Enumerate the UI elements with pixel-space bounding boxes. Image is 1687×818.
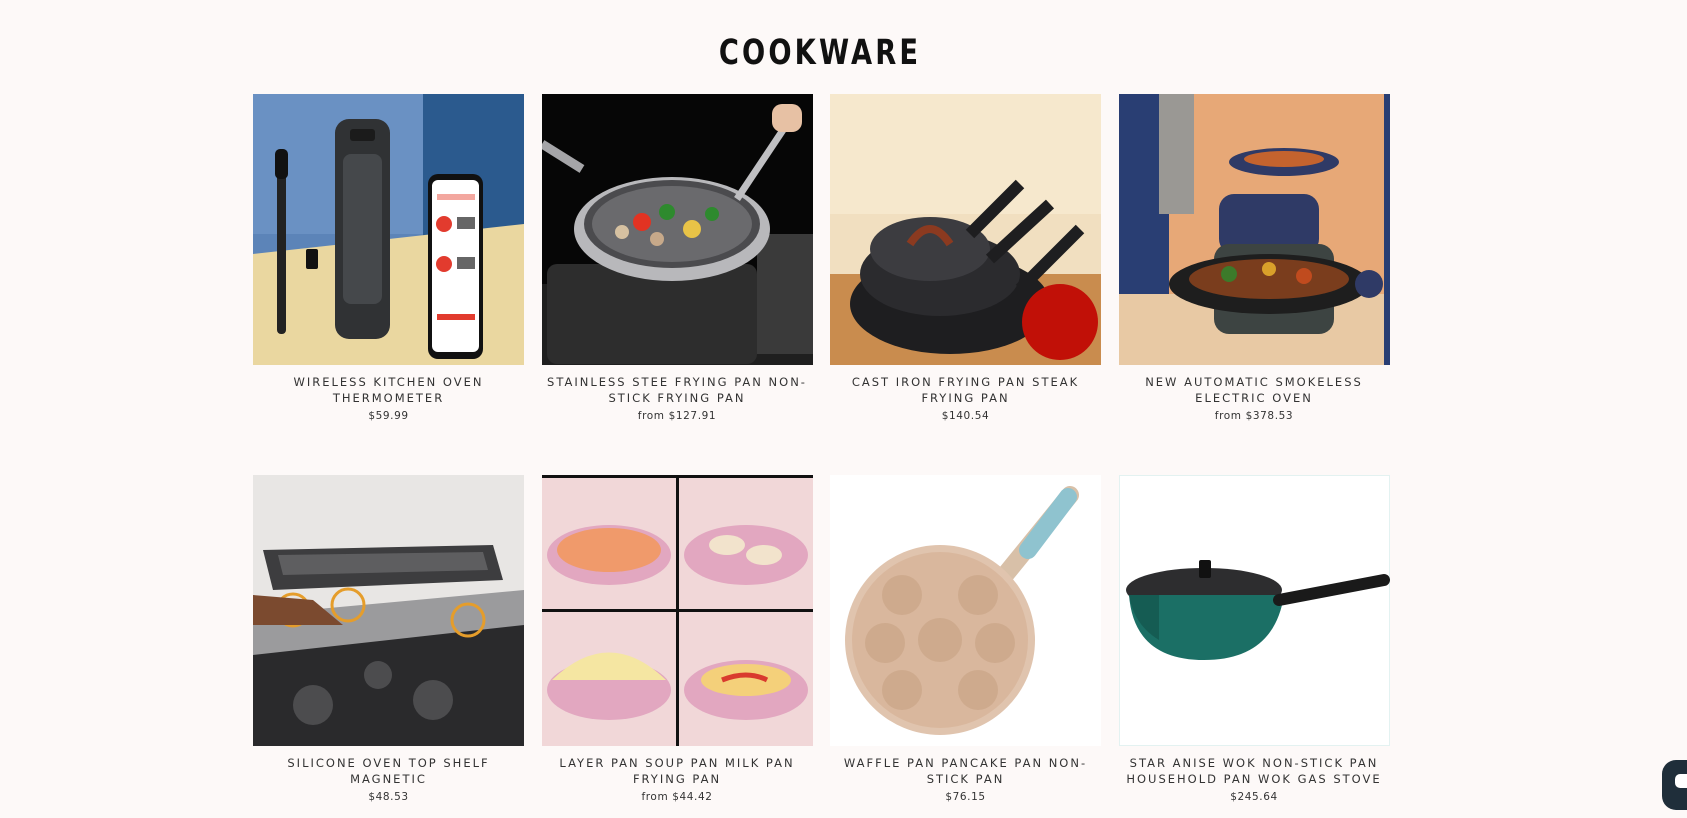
product-card[interactable]: STAINLESS STEE FRYING PAN NON-STICK FRYI… xyxy=(541,94,813,475)
electric-grill-image[interactable] xyxy=(1118,94,1390,365)
green-wok-image[interactable] xyxy=(1118,475,1390,746)
pancake-pan-image[interactable] xyxy=(830,475,1101,746)
product-card[interactable]: CAST IRON FRYING PAN STEAK FRYING PAN $1… xyxy=(830,94,1101,475)
page-title: COOKWARE xyxy=(718,33,922,74)
product-card[interactable]: NEW AUTOMATIC SMOKELESS ELECTRIC OVEN fr… xyxy=(1118,94,1390,475)
product-price: $140.54 xyxy=(941,410,990,422)
product-price: $59.99 xyxy=(368,410,409,422)
product-card[interactable]: WIRELESS KITCHEN OVEN THERMOMETER $59.99 xyxy=(253,94,524,475)
product-price: $245.64 xyxy=(1230,791,1278,803)
product-title[interactable]: SILICONE OVEN TOP SHELF MAGNETIC xyxy=(253,755,524,787)
product-price: from $44.42 xyxy=(641,791,713,803)
product-card[interactable]: STAR ANISE WOK NON-STICK PAN HOUSEHOLD P… xyxy=(1118,475,1390,818)
product-title[interactable]: LAYER PAN SOUP PAN MILK PAN FRYING PAN xyxy=(542,755,813,787)
chat-icon xyxy=(1675,774,1687,788)
product-price: $76.15 xyxy=(945,791,986,803)
product-card[interactable]: LAYER PAN SOUP PAN MILK PAN FRYING PAN f… xyxy=(541,475,813,818)
product-card[interactable]: WAFFLE PAN PANCAKE PAN NON-STICK PAN $76… xyxy=(830,475,1101,818)
product-price: from $378.53 xyxy=(1214,410,1294,422)
product-grid: WIRELESS KITCHEN OVEN THERMOMETER $59.99 xyxy=(253,94,1390,818)
stainless-frying-pan-image[interactable] xyxy=(541,94,813,365)
product-title[interactable]: NEW AUTOMATIC SMOKELESS ELECTRIC OVEN xyxy=(1119,374,1390,406)
oven-shelf-image[interactable] xyxy=(253,475,524,746)
chat-button[interactable] xyxy=(1662,760,1687,810)
product-title[interactable]: STAINLESS STEE FRYING PAN NON-STICK FRYI… xyxy=(542,374,813,406)
product-title[interactable]: WAFFLE PAN PANCAKE PAN NON-STICK PAN xyxy=(830,755,1101,787)
product-price: from $127.91 xyxy=(637,410,717,422)
product-title[interactable]: WIRELESS KITCHEN OVEN THERMOMETER xyxy=(253,374,524,406)
meat-thermometer-image[interactable] xyxy=(253,94,524,365)
product-card[interactable]: SILICONE OVEN TOP SHELF MAGNETIC $48.53 xyxy=(253,475,524,818)
pink-pan-collage-image[interactable] xyxy=(541,475,813,746)
product-title[interactable]: CAST IRON FRYING PAN STEAK FRYING PAN xyxy=(830,374,1101,406)
product-title[interactable]: STAR ANISE WOK NON-STICK PAN HOUSEHOLD P… xyxy=(1119,755,1390,787)
product-price: $48.53 xyxy=(368,791,409,803)
cast-iron-pan-image[interactable] xyxy=(830,94,1101,365)
collection-page: COOKWARE WIRELESS KITCHEN OVEN THERMOMET… xyxy=(0,0,1687,818)
